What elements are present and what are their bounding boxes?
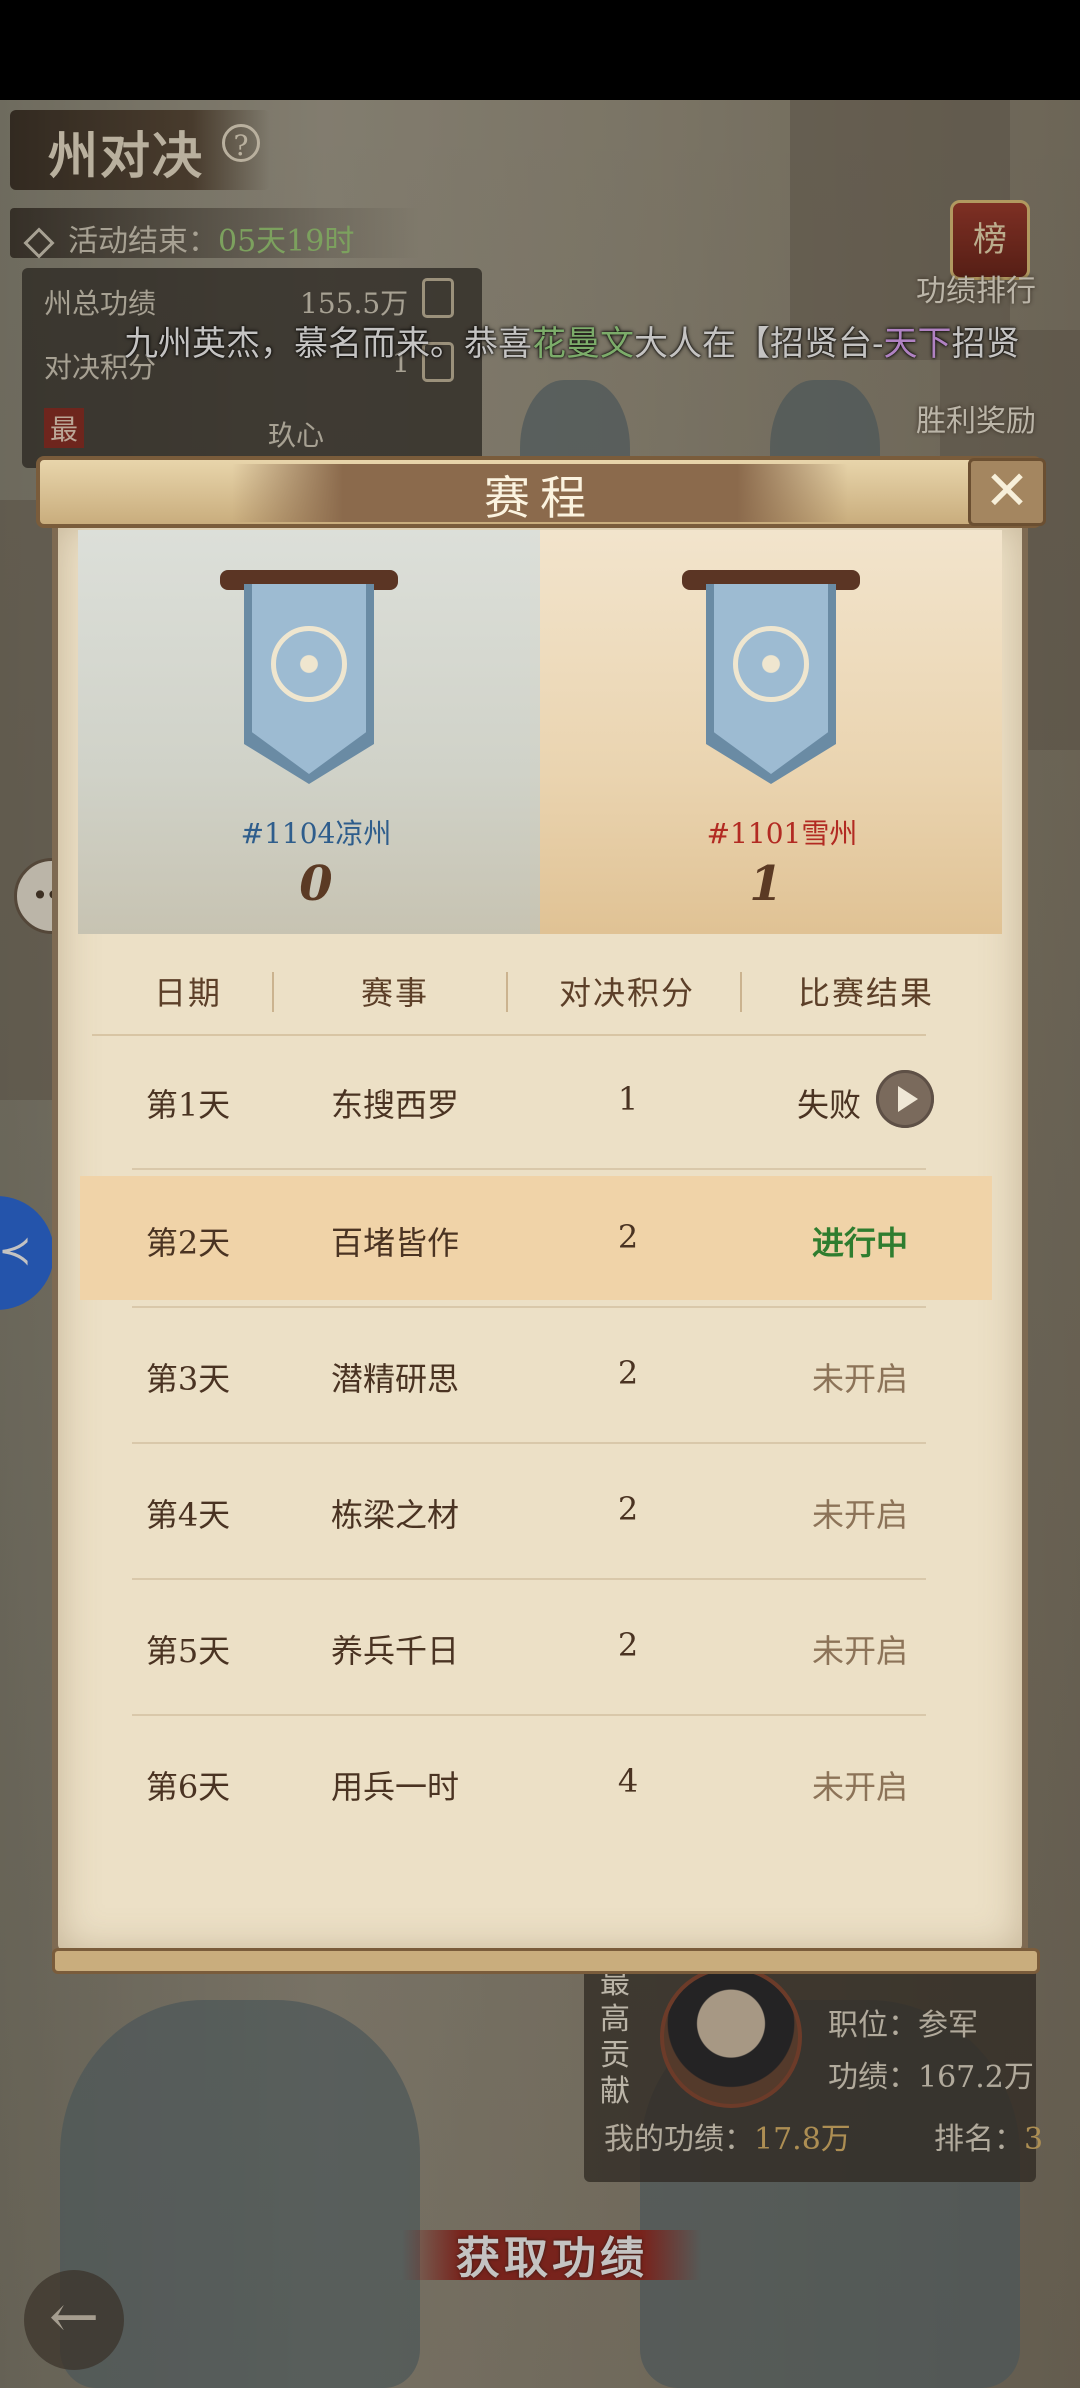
- row-day: 第4天: [145, 1496, 231, 1534]
- row-score: 2: [617, 1354, 639, 1392]
- status-bar: [0, 0, 1080, 100]
- team-left-name: #1104凉州: [240, 817, 392, 850]
- team-right-name: #1101雪州: [706, 817, 858, 850]
- team-right-banner-icon: [682, 570, 860, 794]
- row-divider: [132, 1578, 926, 1580]
- row-score: 1: [617, 1080, 639, 1118]
- row-event: 用兵一时: [330, 1768, 459, 1806]
- replay-icon[interactable]: [876, 1070, 934, 1128]
- row-event: 栋梁之材: [330, 1496, 459, 1534]
- col-header-date: 日期: [153, 974, 222, 1012]
- row-event: 潜精研思: [330, 1360, 459, 1398]
- row-day: 第2天: [145, 1224, 231, 1262]
- team-right-score: 1: [749, 856, 783, 912]
- row-score: 2: [617, 1490, 639, 1528]
- header-underline: [92, 1034, 926, 1036]
- row-day: 第6天: [145, 1768, 231, 1806]
- row-day: 第5天: [145, 1632, 231, 1670]
- row-divider: [132, 1442, 926, 1444]
- col-header-result: 比赛结果: [797, 974, 934, 1012]
- header-divider: [272, 972, 274, 1012]
- team-left-banner-icon: [220, 570, 398, 794]
- row-result: 未开启: [811, 1360, 908, 1398]
- row-result: 未开启: [811, 1496, 908, 1534]
- modal-scroll-bottom: [52, 1948, 1040, 1974]
- modal-title: 赛程: [484, 471, 596, 525]
- row-result: 失败: [796, 1086, 861, 1124]
- team-left-score: 0: [299, 856, 333, 912]
- row-day: 第1天: [145, 1086, 231, 1124]
- row-result: 未开启: [811, 1768, 908, 1806]
- header-divider: [740, 972, 742, 1012]
- row-result: 进行中: [811, 1224, 908, 1262]
- row-divider: [132, 1168, 926, 1170]
- row-result: 未开启: [811, 1632, 908, 1670]
- row-event: 东搜西罗: [330, 1086, 459, 1124]
- row-event: 百堵皆作: [330, 1224, 459, 1262]
- col-header-score: 对决积分: [558, 974, 695, 1012]
- row-divider: [132, 1714, 926, 1716]
- row-divider: [132, 1306, 926, 1308]
- row-score: 4: [617, 1762, 639, 1800]
- header-divider: [506, 972, 508, 1012]
- row-event: 养兵千日: [330, 1632, 459, 1670]
- close-icon[interactable]: ✕: [968, 458, 1046, 526]
- col-header-event: 赛事: [360, 974, 429, 1012]
- row-score: 2: [617, 1218, 639, 1256]
- row-day: 第3天: [145, 1360, 231, 1398]
- row-score: 2: [617, 1626, 639, 1664]
